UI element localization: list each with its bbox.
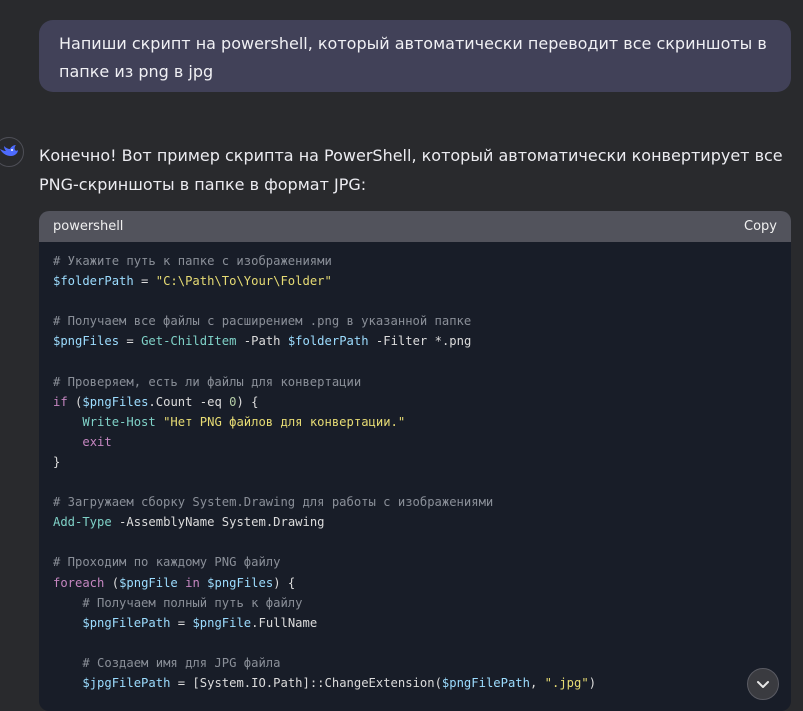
code-token: Path — [251, 334, 288, 349]
code-line: Write-Host "Нет PNG файлов для конвертац… — [53, 412, 777, 432]
code-block: powershell Copy # Укажите путь к папке с… — [39, 211, 791, 711]
code-token: ) — [588, 675, 597, 690]
code-token: = — [170, 615, 193, 630]
code-token: AssemblyName System — [126, 515, 266, 530]
code-line: Add-Type -AssemblyName System.Drawing — [53, 512, 777, 532]
code-token: "C:\Path\To\Your\Folder" — [155, 274, 332, 289]
code-line: # Создаем имя для JPG файла — [53, 653, 777, 673]
code-token: *. — [434, 334, 450, 349]
code-line: exit — [53, 432, 777, 452]
code-token: in — [185, 575, 200, 590]
code-token: $pngFilePath — [441, 675, 530, 690]
code-token: $folderPath — [53, 274, 134, 289]
code-line: $jpgFilePath = [System.IO.Path]::ChangeE… — [53, 673, 777, 693]
chevron-down-icon — [756, 675, 770, 694]
code-token: , — [529, 675, 545, 690]
code-line: # Проверяем, есть ли файлы для конвертац… — [53, 372, 777, 392]
code-token: $pngFile — [192, 615, 252, 630]
code-token: exit — [82, 434, 112, 449]
code-token: $pngFilePath — [82, 615, 171, 630]
code-token: ( — [104, 575, 120, 590]
code-line: # Получаем все файлы с расширением .png … — [53, 311, 777, 331]
code-token: ) { — [273, 575, 296, 590]
code-token: Write-Host — [82, 414, 156, 429]
assistant-intro-text: Конечно! Вот пример скрипта на PowerShel… — [39, 146, 783, 194]
code-language-label: powershell — [53, 219, 124, 234]
code-token: Count — [155, 394, 193, 409]
code-token: = [System.IO.Path]:: — [170, 675, 325, 690]
code-token: # Получаем полный путь к файлу — [82, 595, 303, 610]
code-token: FullName — [258, 615, 318, 630]
code-token: $jpgFilePath — [82, 675, 171, 690]
whale-logo-icon — [0, 142, 19, 162]
code-token: # Проверяем, есть ли файлы для конвертац… — [53, 374, 362, 389]
code-token: - — [368, 334, 384, 349]
code-token: "Нет PNG файлов для конвертации." — [163, 414, 406, 429]
code-token: ( — [67, 394, 83, 409]
code-token: if — [53, 394, 68, 409]
copy-button[interactable]: Copy — [744, 219, 777, 234]
code-token: ChangeExtension — [324, 675, 435, 690]
code-token: # Проходим по каждому PNG файлу — [53, 555, 281, 570]
user-message-text: Напиши скрипт на powershell, который авт… — [59, 34, 767, 81]
code-token: # Создаем имя для JPG файла — [82, 655, 281, 670]
code-line: # Загружаем сборку System.Drawing для ра… — [53, 492, 777, 512]
code-token: # Получаем все файлы с расширением .png … — [53, 314, 472, 329]
code-token: Get-ChildItem — [141, 334, 237, 349]
code-token: foreach — [53, 575, 105, 590]
code-line: if ($pngFiles.Count -eq 0) { — [53, 392, 777, 412]
assistant-avatar — [0, 137, 24, 167]
code-token: - — [111, 515, 127, 530]
code-line: foreach ($pngFile in $pngFiles) { — [53, 573, 777, 593]
code-token: $pngFile — [119, 575, 178, 590]
code-token: Filter — [383, 334, 435, 349]
code-token: } — [53, 454, 61, 469]
code-line: $pngFiles = Get-ChildItem -Path $folderP… — [53, 331, 777, 351]
code-body: # Укажите путь к папке с изображениями $f… — [39, 242, 791, 693]
code-token: ) { — [236, 394, 259, 409]
code-token: $pngFiles — [53, 334, 120, 349]
code-token: . — [148, 394, 156, 409]
code-token: ".jpg" — [544, 675, 589, 690]
code-token: $pngFiles — [82, 394, 149, 409]
code-line: $folderPath = "C:\Path\To\Your\Folder" — [53, 271, 777, 291]
code-line: } — [53, 452, 777, 472]
code-token: -eq — [192, 394, 230, 409]
scroll-down-button[interactable] — [747, 668, 779, 700]
user-message-bubble: Напиши скрипт на powershell, который авт… — [39, 20, 791, 92]
code-token: png — [449, 334, 472, 349]
code-token: Drawing — [273, 515, 325, 530]
code-token: $folderPath — [287, 334, 369, 349]
code-block-header: powershell Copy — [39, 211, 791, 242]
code-token: = — [133, 274, 156, 289]
code-line: # Получаем полный путь к файлу — [53, 593, 777, 613]
code-token: ( — [434, 675, 442, 690]
code-line: # Укажите путь к папке с изображениями — [53, 251, 777, 271]
code-token: - — [236, 334, 252, 349]
code-token: = — [119, 334, 142, 349]
code-token: $pngFiles — [207, 575, 274, 590]
code-line: $pngFilePath = $pngFile.FullName — [53, 613, 777, 633]
code-token: # Укажите путь к папке с изображениями — [53, 254, 332, 268]
code-token: # Загружаем сборку System.Drawing для ра… — [53, 495, 494, 510]
code-token: Add-Type — [53, 515, 112, 530]
code-line: # Проходим по каждому PNG файлу — [53, 552, 777, 572]
